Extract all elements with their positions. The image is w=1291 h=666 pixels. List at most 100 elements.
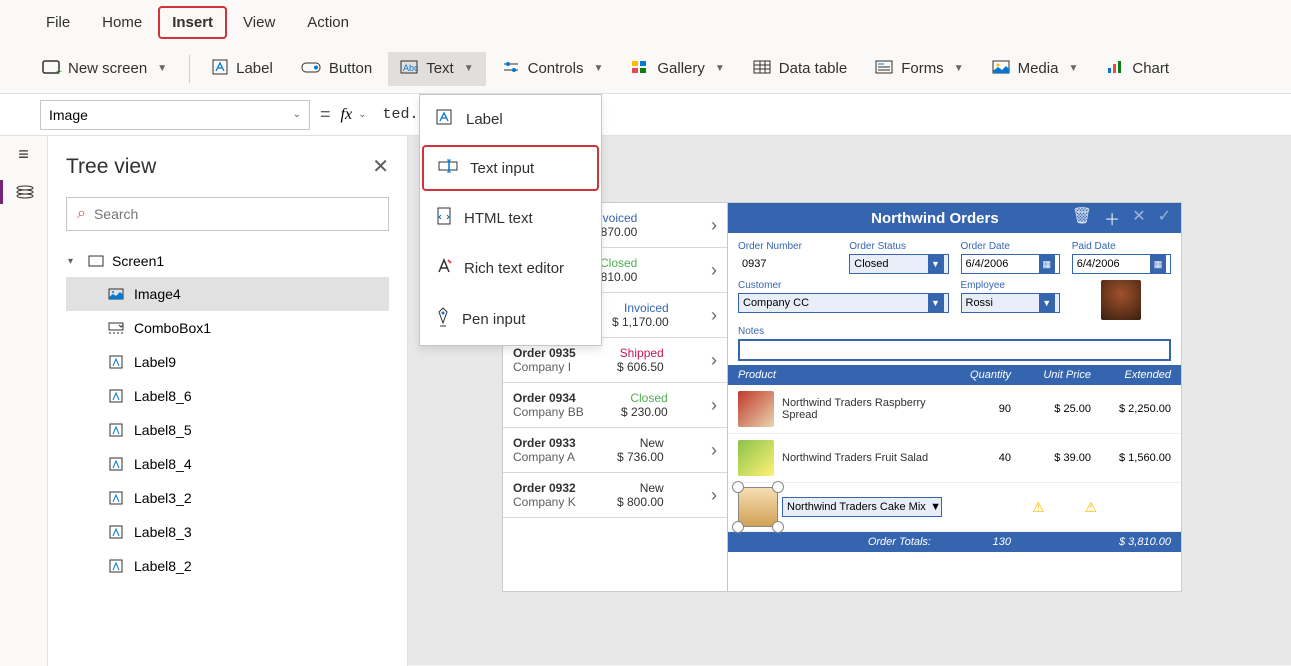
insert-label-button[interactable]: Label [200,51,285,87]
insert-gallery-label: Gallery [657,60,705,77]
tree-item-label3-2[interactable]: Label3_2 [66,481,389,515]
hamburger-icon[interactable]: ≡ [12,142,36,166]
tree-item-label8-6[interactable]: Label8_6 [66,379,389,413]
tree-item-label8-5[interactable]: Label8_5 [66,413,389,447]
tree-item-label: Label8_6 [134,388,192,404]
tree-view-icon[interactable] [0,180,48,204]
tree-view-title: Tree view [66,155,156,179]
insert-media-button[interactable]: Media ▼ [980,52,1091,86]
chevron-right-icon: › [705,485,717,506]
add-icon[interactable]: ＋ [1104,206,1120,230]
paid-date-input[interactable]: 6/4/2006▦ [1072,254,1171,274]
tab-file[interactable]: File [30,4,86,41]
insert-datatable-button[interactable]: Data table [741,52,859,86]
svg-text:Abc: Abc [403,63,419,73]
paid-date-label: Paid Date [1072,241,1171,252]
chevron-down-icon: ▼ [1068,63,1078,74]
insert-controls-button[interactable]: Controls ▼ [490,52,616,86]
notes-label: Notes [738,326,1171,337]
new-product-row: Northwind Traders Cake Mix▼ ⚠ ⚠ [728,483,1181,532]
tab-view[interactable]: View [227,4,291,41]
menu-item-rich-text[interactable]: Rich text editor [420,243,601,293]
tree-search[interactable]: ⌕ [66,197,389,231]
insert-chart-button[interactable]: Chart [1094,52,1181,86]
datatable-icon [753,60,771,78]
product-row[interactable]: Northwind Traders Raspberry Spread90 $ 2… [728,385,1181,434]
product-thumb [738,391,774,427]
tree-item-label8-2[interactable]: Label8_2 [66,549,389,583]
tree-node-screen[interactable]: ▾ Screen1 [66,245,389,277]
menu-item-html-text[interactable]: HTML text [420,193,601,243]
product-header: Product Quantity Unit Price Extended [728,365,1181,385]
chevron-right-icon: › [705,260,717,281]
chevron-down-icon: ▼ [930,501,941,513]
text-icon: Abc [400,60,418,78]
tab-action[interactable]: Action [291,4,365,41]
insert-gallery-button[interactable]: Gallery ▼ [619,52,736,86]
chevron-right-icon: › [705,215,717,236]
menu-item-text-input[interactable]: Text input [422,145,599,191]
formula-bar: Image ⌄ = fx ⌄ ted.Picture [0,94,1291,136]
tree-item-label9[interactable]: Label9 [66,345,389,379]
new-screen-button[interactable]: + New screen ▼ [30,52,179,86]
chevron-down-icon: ▼ [157,63,167,74]
chevron-down-icon: ▼ [954,63,964,74]
selected-image-control[interactable] [738,487,778,527]
chevron-right-icon: › [705,305,717,326]
notes-input[interactable] [738,339,1171,361]
product-thumb [739,488,777,526]
insert-media-label: Media [1018,60,1059,77]
chevron-right-icon: › [705,395,717,416]
warning-icon: ⚠ [1032,499,1045,516]
search-icon: ⌕ [77,205,86,223]
label-icon [108,422,124,438]
menu-item-label-text: Label [466,111,503,128]
employee-label: Employee [961,280,1060,291]
screen-icon [88,253,104,269]
insert-button-button[interactable]: Button [289,52,384,86]
employee-dropdown[interactable]: Rossi▼ [961,293,1060,313]
menu-item-pen-input[interactable]: Pen input [420,293,601,345]
text-input-icon [438,159,458,177]
tree-item-combobox1[interactable]: ComboBox1 [66,311,389,345]
order-list-item[interactable]: Order 0933Company A New$ 736.00 › [503,428,727,473]
tree-search-input[interactable] [94,206,378,222]
resize-handle[interactable] [732,521,744,533]
cancel-icon[interactable]: ✕ [1132,206,1145,230]
insert-chart-label: Chart [1132,60,1169,77]
order-status-dropdown[interactable]: Closed▼ [849,254,948,274]
label-icon [212,59,228,79]
accept-icon[interactable]: ✓ [1158,206,1171,230]
resize-handle[interactable] [772,481,784,493]
customer-label: Customer [738,280,949,291]
insert-text-label: Text [426,60,454,77]
order-date-input[interactable]: 6/4/2006▦ [961,254,1060,274]
chevron-down-icon: ▼ [715,63,725,74]
field-paid-date: Paid Date 6/4/2006▦ [1072,241,1171,274]
menu-item-text-input-text: Text input [470,160,534,177]
new-product-dropdown[interactable]: Northwind Traders Cake Mix▼ [782,497,942,517]
insert-text-button[interactable]: Abc Text ▼ [388,52,485,86]
tree-item-label8-3[interactable]: Label8_3 [66,515,389,549]
insert-forms-button[interactable]: Forms ▼ [863,52,975,86]
tree-item-label: Label8_5 [134,422,192,438]
tree-item-image4[interactable]: Image4 [66,277,389,311]
trash-icon[interactable]: 🗑 [1072,206,1092,230]
product-row[interactable]: Northwind Traders Fruit Salad40 $ 39.00$… [728,434,1181,483]
menu-item-label[interactable]: Label [420,95,601,143]
tree-item-label8-4[interactable]: Label8_4 [66,447,389,481]
left-nav-strip: ≡ [0,136,48,666]
totals-label: Order Totals: [738,536,951,548]
order-list-item[interactable]: Order 0932Company K New$ 800.00 › [503,473,727,518]
tree-view-panel: Tree view ✕ ⌕ ▾ Screen1 Image4 ComboBox1… [48,136,408,666]
property-selector[interactable]: Image ⌄ [40,100,310,130]
insert-datatable-label: Data table [779,60,847,77]
resize-handle[interactable] [732,481,744,493]
tab-insert[interactable]: Insert [158,6,227,39]
close-icon[interactable]: ✕ [372,154,389,179]
resize-handle[interactable] [772,521,784,533]
order-list-item[interactable]: Order 0934Company BB Closed$ 230.00 › [503,383,727,428]
media-icon [992,60,1010,78]
customer-dropdown[interactable]: Company CC▼ [738,293,949,313]
tab-home[interactable]: Home [86,4,158,41]
